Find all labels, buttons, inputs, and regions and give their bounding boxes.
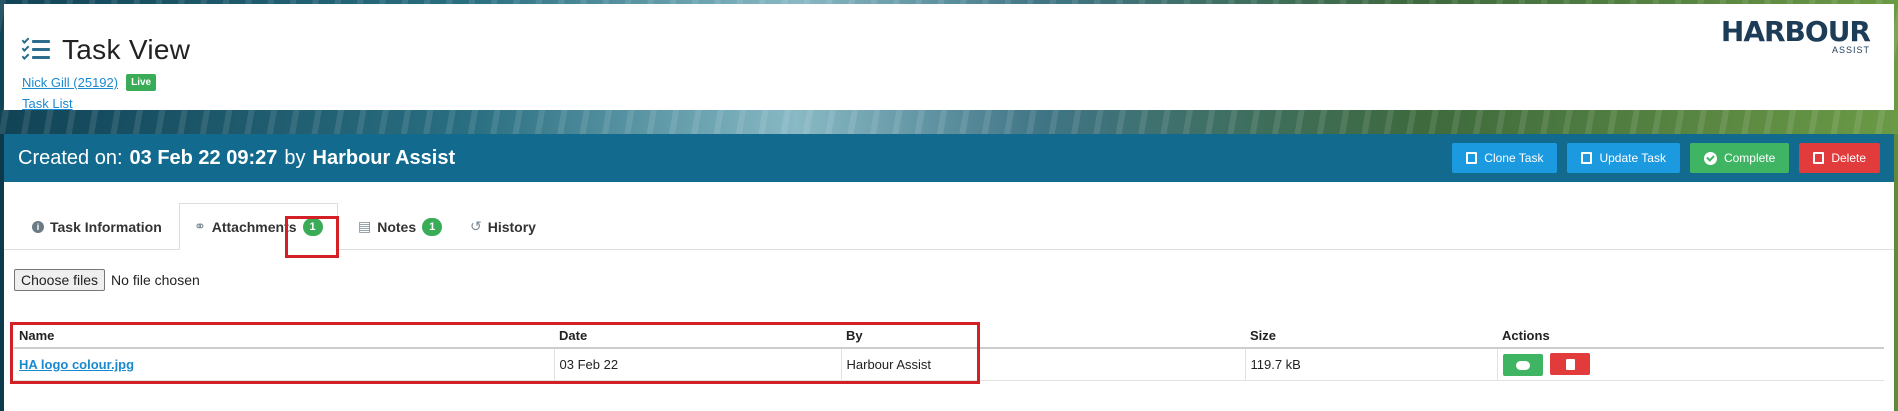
copy-icon xyxy=(1466,152,1478,164)
choose-files-button[interactable]: Choose files xyxy=(14,269,106,291)
trash-icon xyxy=(1813,152,1825,164)
history-icon: ↺ xyxy=(470,218,482,234)
column-header-size: Size xyxy=(1245,324,1497,349)
tab-history[interactable]: ↺ History xyxy=(456,203,550,250)
tab-label: History xyxy=(487,218,536,235)
file-status: No file chosen xyxy=(111,272,200,288)
document-icon: ▤ xyxy=(358,218,372,234)
created-by: Harbour Assist xyxy=(312,146,456,169)
delete-attachment-button[interactable] xyxy=(1550,353,1591,375)
delete-task-button[interactable]: Delete xyxy=(1799,143,1880,173)
logo-brand: HARBOUR xyxy=(1720,15,1871,48)
clone-task-button[interactable]: Clone Task xyxy=(1452,143,1558,173)
page-title-row: Task View xyxy=(21,34,191,66)
check-circle-icon xyxy=(1703,151,1717,165)
customer-link[interactable]: Nick Gill (25192) xyxy=(22,75,118,90)
paperclip-icon: ⚭ xyxy=(194,218,206,234)
task-actions: Clone Task Update Task Complete Delete xyxy=(1452,143,1880,173)
by-label: by xyxy=(284,146,306,169)
attachment-actions xyxy=(1496,348,1884,381)
highlight-annotation xyxy=(10,322,980,384)
created-label: Created on: xyxy=(18,146,123,169)
column-header-actions: Actions xyxy=(1497,324,1884,349)
complete-button[interactable]: Complete xyxy=(1689,143,1790,173)
file-upload: Choose files No file chosen xyxy=(14,269,200,291)
status-badge: Live xyxy=(126,74,157,91)
cloud-download-icon xyxy=(1515,360,1530,370)
created-date: 03 Feb 22 09:27 xyxy=(129,146,278,169)
task-panel-header: Created on: 03 Feb 22 09:27 by Harbour A… xyxy=(4,134,1894,182)
tab-notes[interactable]: ▤ Notes 1 xyxy=(344,203,456,250)
trash-icon xyxy=(1565,358,1575,370)
task-list-icon xyxy=(21,36,50,63)
clone-task-label: Clone Task xyxy=(1484,151,1544,165)
page-header: Task View Nick Gill (25192) Live Task Li… xyxy=(4,4,1894,111)
tab-label: Task Information xyxy=(50,218,162,235)
harbour-assist-logo: HARBOUR ASSIST xyxy=(1720,15,1871,56)
page-title: Task View xyxy=(62,34,191,65)
tab-task-information[interactable]: i Task Information xyxy=(18,203,176,250)
attachment-size: 119.7 kB xyxy=(1244,348,1497,381)
update-task-label: Update Task xyxy=(1599,151,1666,165)
notes-count-badge: 1 xyxy=(422,217,443,236)
task-list-link[interactable]: Task List xyxy=(22,96,73,111)
tab-label: Attachments xyxy=(211,218,297,235)
delete-label: Delete xyxy=(1831,151,1866,165)
download-button[interactable] xyxy=(1502,354,1543,376)
info-icon: i xyxy=(32,220,44,233)
created-info: Created on: 03 Feb 22 09:27 by Harbour A… xyxy=(18,147,455,170)
tab-label: Notes xyxy=(377,218,417,235)
complete-label: Complete xyxy=(1723,151,1776,165)
breadcrumb: Nick Gill (25192) Live xyxy=(22,74,157,91)
save-icon xyxy=(1581,152,1593,164)
highlight-annotation xyxy=(285,216,339,258)
update-task-button[interactable]: Update Task xyxy=(1567,143,1680,173)
task-panel: Created on: 03 Feb 22 09:27 by Harbour A… xyxy=(4,134,1894,411)
task-tabs: i Task Information ⚭ Attachments 1 ▤ Not… xyxy=(4,182,1894,258)
